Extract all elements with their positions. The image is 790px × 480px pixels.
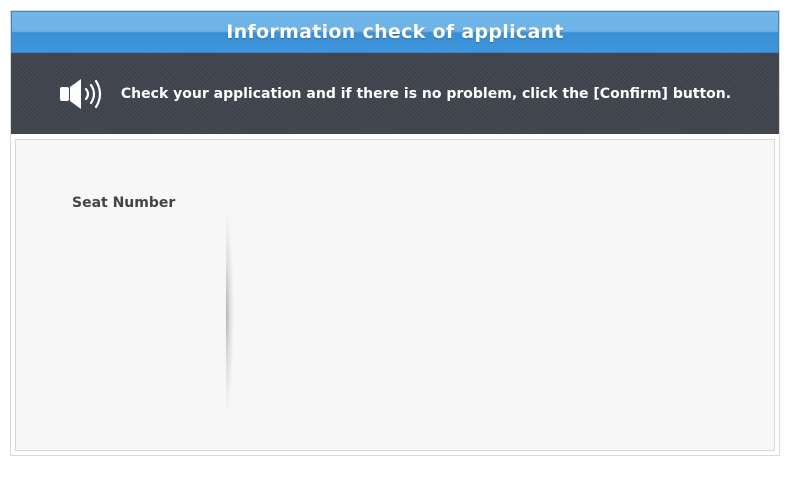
window-titlebar: Information check of applicant [11, 11, 779, 53]
speaker-icon [59, 76, 111, 112]
window-title: Information check of applicant [226, 21, 564, 43]
label-value-divider [226, 210, 234, 416]
applicant-check-window: Information check of applicant Check you… [10, 10, 780, 456]
notice-banner: Check your application and if there is n… [11, 53, 779, 134]
seat-number-label: Seat Number [72, 195, 176, 211]
notice-text: Check your application and if there is n… [120, 85, 732, 102]
applicant-info-panel: Seat Number [15, 139, 775, 451]
